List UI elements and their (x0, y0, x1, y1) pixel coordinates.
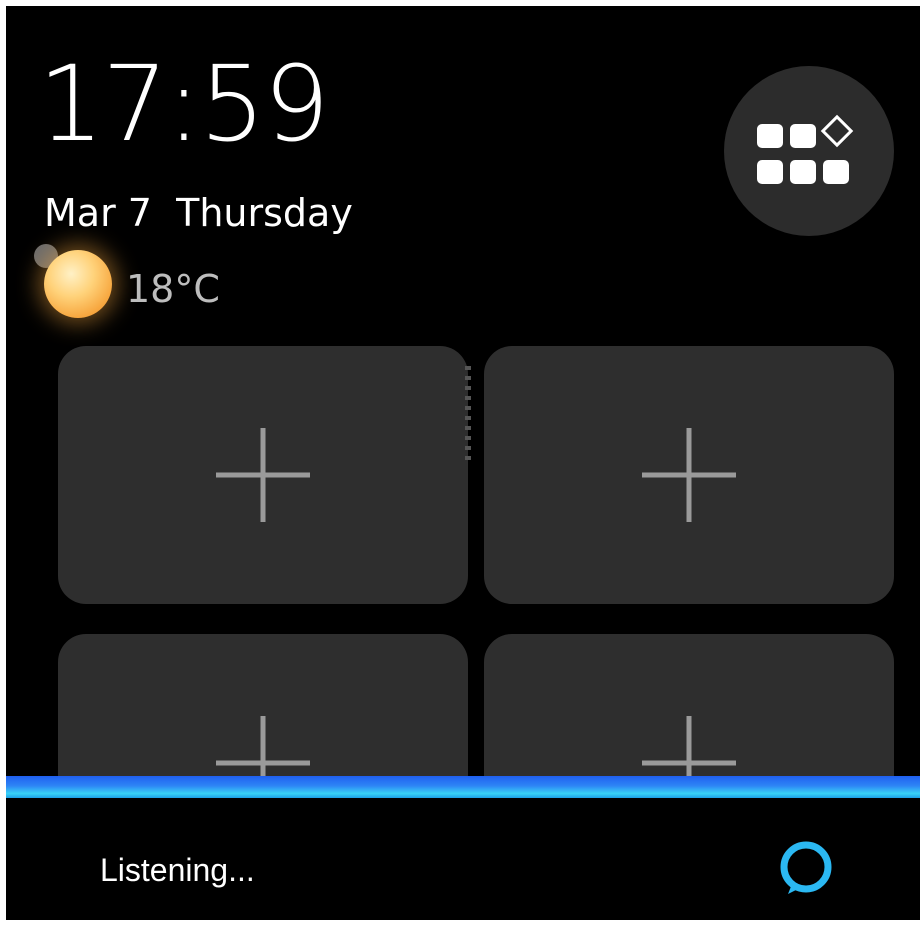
voice-activity-bar (6, 776, 920, 798)
clock-time: 17:59 (38, 43, 330, 165)
home-screen: 17:59 Mar 7 Thursday 18°C Listening... (6, 6, 920, 920)
apps-grid-icon (757, 114, 854, 184)
apps-button[interactable] (724, 66, 894, 236)
weather-widget[interactable]: 18°C (32, 242, 292, 322)
temperature-label: 18°C (126, 267, 220, 311)
alexa-ring-icon[interactable] (776, 838, 836, 898)
plus-icon (642, 428, 736, 522)
date-label: Mar 7 Thursday (44, 191, 353, 235)
plus-icon (216, 428, 310, 522)
add-tile-1[interactable] (58, 346, 468, 604)
voice-assistant-panel: Listening... (6, 776, 920, 920)
tile-divider (465, 366, 471, 462)
listening-status: Listening... (100, 852, 255, 888)
sun-icon (44, 250, 112, 318)
add-tile-2[interactable] (484, 346, 894, 604)
